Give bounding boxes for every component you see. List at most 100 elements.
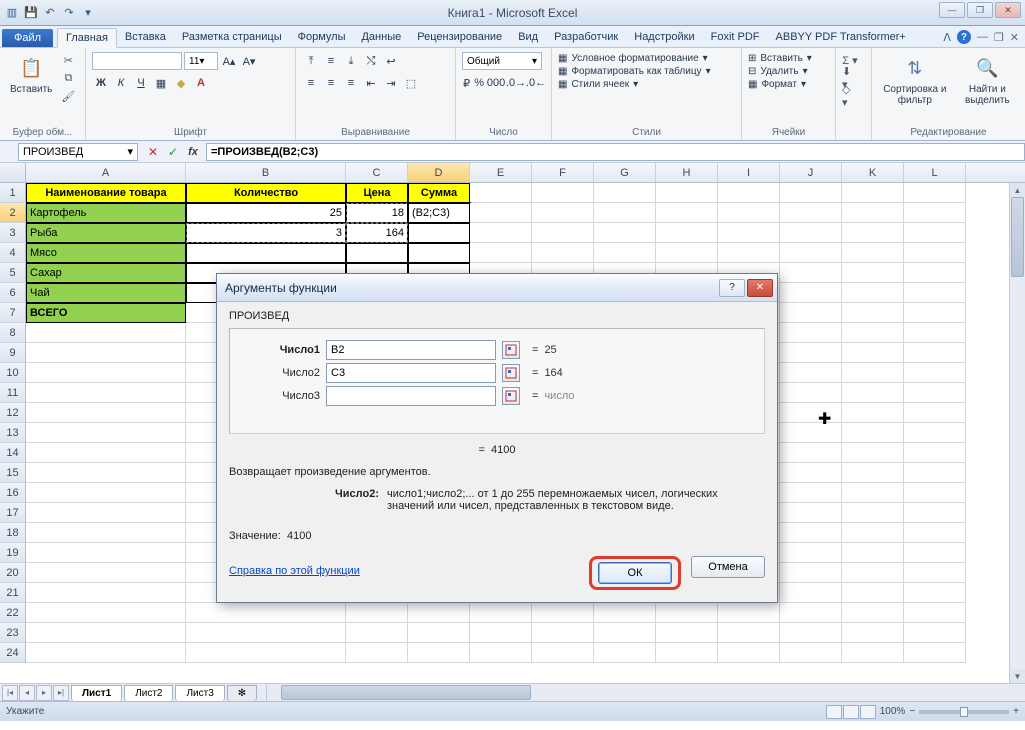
col-header-D[interactable]: D [408,163,470,182]
cell-K14[interactable] [842,443,904,463]
vertical-scrollbar[interactable]: ▲ ▼ [1009,183,1025,683]
cell-J23[interactable] [780,623,842,643]
decrease-indent-icon[interactable]: ⇤ [362,74,380,92]
cell-B24[interactable] [186,643,346,663]
cell-K18[interactable] [842,523,904,543]
cell-J20[interactable] [780,563,842,583]
cell-J6[interactable] [780,283,842,303]
cell-E2[interactable] [470,203,532,223]
ok-button[interactable]: ОК [598,562,672,584]
zoom-value[interactable]: 100% [880,706,906,717]
cell-J11[interactable] [780,383,842,403]
tab-формулы[interactable]: Формулы [290,28,354,47]
increase-decimal-icon[interactable]: .0→ [507,74,525,92]
dialog-titlebar[interactable]: Аргументы функции ? ✕ [217,274,777,302]
cell-L11[interactable] [904,383,966,403]
currency-icon[interactable]: ₽ [462,74,471,92]
view-buttons[interactable] [826,705,876,719]
row-header-6[interactable]: 6 [0,283,26,303]
arg-refedit-button-2[interactable] [502,387,520,405]
select-all-corner[interactable] [0,163,26,182]
cell-H3[interactable] [656,223,718,243]
paste-button[interactable]: 📋 Вставить [6,52,56,97]
row-header-18[interactable]: 18 [0,523,26,543]
cell-G2[interactable] [594,203,656,223]
scroll-down-icon[interactable]: ▼ [1010,669,1025,683]
row-header-14[interactable]: 14 [0,443,26,463]
row-header-21[interactable]: 21 [0,583,26,603]
col-header-F[interactable]: F [532,163,594,182]
doc-minimize-icon[interactable]: — [977,31,988,43]
cut-icon[interactable]: ✂ [60,52,76,68]
row-header-17[interactable]: 17 [0,503,26,523]
cell-L19[interactable] [904,543,966,563]
zoom-in-icon[interactable]: + [1013,706,1019,717]
col-header-J[interactable]: J [780,163,842,182]
cell-L16[interactable] [904,483,966,503]
cell-A4[interactable]: Мясо [26,243,186,263]
cell-H23[interactable] [656,623,718,643]
cell-E1[interactable] [470,183,532,203]
cell-I3[interactable] [718,223,780,243]
formula-input[interactable]: =ПРОИЗВЕД(B2;C3) [206,143,1025,161]
col-header-C[interactable]: C [346,163,408,182]
tab-file[interactable]: Файл [2,29,53,47]
format-as-table-button[interactable]: ▦Форматировать как таблицу ▾ [558,65,735,78]
cell-D23[interactable] [408,623,470,643]
bold-button[interactable]: Ж [92,74,110,92]
col-header-B[interactable]: B [186,163,346,182]
row-header-7[interactable]: 7 [0,303,26,323]
cell-A22[interactable] [26,603,186,623]
row-header-13[interactable]: 13 [0,423,26,443]
cell-B1[interactable]: Количество [186,183,346,203]
cell-A21[interactable] [26,583,186,603]
row-header-23[interactable]: 23 [0,623,26,643]
decrease-decimal-icon[interactable]: .0← [527,74,545,92]
cell-L18[interactable] [904,523,966,543]
cell-A3[interactable]: Рыба [26,223,186,243]
cell-J13[interactable] [780,423,842,443]
sheet-tab-Лист2[interactable]: Лист2 [124,685,173,701]
cell-B3[interactable]: 3 [186,223,346,243]
cell-K21[interactable] [842,583,904,603]
format-painter-icon[interactable]: 🖌 [60,88,76,104]
dialog-close-button[interactable]: ✕ [747,279,773,297]
cell-L15[interactable] [904,463,966,483]
conditional-formatting-button[interactable]: ▦Условное форматирование ▾ [558,52,735,65]
cell-A15[interactable] [26,463,186,483]
minimize-ribbon-icon[interactable]: ᐱ [943,31,951,44]
row-header-19[interactable]: 19 [0,543,26,563]
cell-K8[interactable] [842,323,904,343]
sort-filter-button[interactable]: ⇅ Сортировка и фильтр [878,52,952,108]
cell-K11[interactable] [842,383,904,403]
cell-A5[interactable]: Сахар [26,263,186,283]
cell-J17[interactable] [780,503,842,523]
cell-C24[interactable] [346,643,408,663]
redo-icon[interactable]: ↷ [61,5,77,21]
function-help-link[interactable]: Справка по этой функции [229,565,360,577]
cell-J12[interactable] [780,403,842,423]
cell-A10[interactable] [26,363,186,383]
cell-D4[interactable] [408,243,470,263]
cell-J8[interactable] [780,323,842,343]
cell-L7[interactable] [904,303,966,323]
col-header-A[interactable]: A [26,163,186,182]
cell-I24[interactable] [718,643,780,663]
cell-I22[interactable] [718,603,780,623]
cell-L14[interactable] [904,443,966,463]
cell-C3[interactable]: 164 [346,223,408,243]
number-format-combo[interactable]: Общий▾ [462,52,542,70]
cell-A6[interactable]: Чай [26,283,186,303]
save-icon[interactable]: 💾 [23,5,39,21]
row-header-16[interactable]: 16 [0,483,26,503]
vscroll-thumb[interactable] [1011,197,1024,277]
tab-вид[interactable]: Вид [510,28,546,47]
cell-G24[interactable] [594,643,656,663]
cell-G4[interactable] [594,243,656,263]
sheet-tab-Лист3[interactable]: Лист3 [175,685,224,701]
shrink-font-icon[interactable]: A▾ [240,52,258,70]
arg-input-1[interactable] [326,363,496,383]
copy-icon[interactable]: ⧉ [60,70,76,86]
cell-C1[interactable]: Цена [346,183,408,203]
wrap-text-icon[interactable]: ↩ [382,52,400,70]
